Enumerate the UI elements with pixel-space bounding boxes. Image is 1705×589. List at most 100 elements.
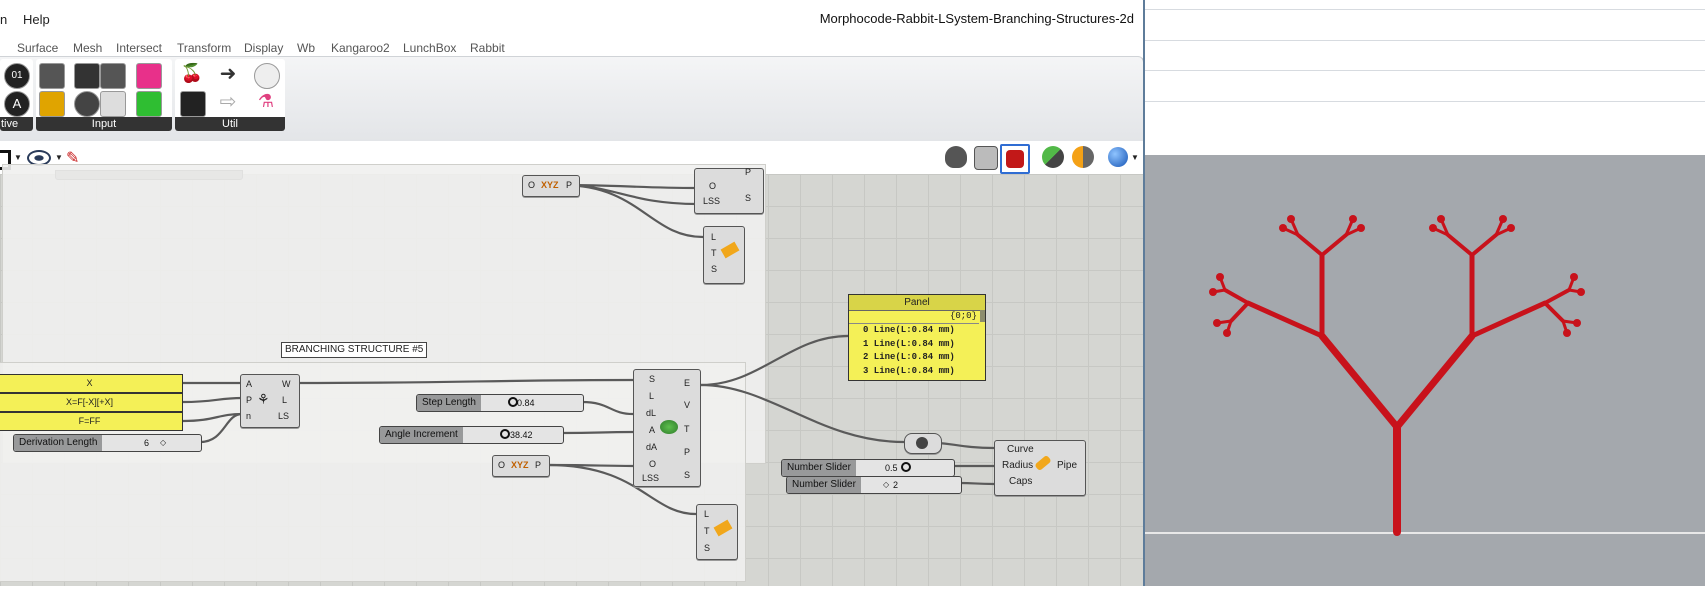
- boolean-toggle-icon[interactable]: [74, 63, 100, 89]
- preview-shaded-icon[interactable]: [974, 146, 998, 170]
- tab-kangaroo2[interactable]: Kangaroo2: [331, 41, 390, 55]
- pipe-component[interactable]: Curve Radius Caps Pipe: [994, 440, 1086, 496]
- slider-label: Step Length: [417, 395, 481, 411]
- bubble-icon[interactable]: [254, 63, 280, 89]
- arrow-right-icon[interactable]: ➜: [216, 63, 240, 87]
- rule-panel[interactable]: F=FF: [0, 412, 183, 431]
- divider: [1145, 101, 1705, 102]
- cherry-icon[interactable]: 🍒: [180, 63, 204, 87]
- tree-tips: [1209, 215, 1585, 337]
- chevron-down-icon[interactable]: ▼: [1131, 153, 1139, 162]
- lsystem-tree-icon: ⚘: [257, 391, 270, 407]
- derivation-length-slider[interactable]: Derivation Length 6 ◇: [13, 434, 202, 452]
- port-output: P: [684, 447, 691, 457]
- port-output: LS: [278, 411, 290, 421]
- panel-row: 1 Line(L:0.84 mm): [863, 338, 955, 349]
- lsystem-component[interactable]: A P n W L LS ⚘: [240, 374, 300, 428]
- panel-title: Panel: [849, 295, 985, 311]
- button-icon[interactable]: [74, 91, 100, 117]
- matrix-icon[interactable]: [136, 91, 162, 117]
- slider-grip-icon[interactable]: [901, 462, 911, 472]
- import-icon[interactable]: [39, 63, 65, 89]
- port-origin: O: [498, 460, 506, 470]
- angle-increment-slider[interactable]: Angle Increment 38.42: [379, 426, 564, 444]
- port-output: W: [282, 379, 291, 389]
- axiom-panel[interactable]: X: [0, 374, 183, 393]
- port-input: S: [649, 374, 656, 384]
- menu-item-window[interactable]: n: [0, 12, 7, 27]
- port-input: L: [649, 391, 655, 401]
- slider-grip-icon[interactable]: [500, 429, 510, 439]
- ribbon-group-input: Input: [36, 59, 172, 131]
- window-title: Morphocode-Rabbit-LSystem-Branching-Stru…: [819, 11, 1134, 26]
- display-color-icon[interactable]: [1072, 146, 1094, 168]
- port-input: Radius: [1002, 460, 1034, 471]
- pipe-icon: [1034, 454, 1052, 472]
- tab-mesh[interactable]: Mesh: [73, 41, 102, 55]
- number-slider-icon[interactable]: [100, 63, 126, 89]
- slider-label: Derivation Length: [14, 435, 103, 451]
- plane-component[interactable]: O XYZ P: [492, 455, 550, 477]
- port-input: LSS: [703, 196, 721, 206]
- group-label[interactable]: BRANCHING STRUCTURE #5: [281, 342, 428, 358]
- port-input: n: [246, 411, 252, 421]
- output-panel[interactable]: Panel {0;0} 0 Line(L:0.84 mm) 1 Line(L:0…: [848, 294, 986, 381]
- panel-row: 0 Line(L:0.84 mm): [863, 325, 955, 335]
- slider-grip-icon[interactable]: ◇: [883, 480, 889, 489]
- radius-slider[interactable]: Number Slider 0.5: [781, 459, 955, 477]
- ribbon-group-primitive: 01 A tive: [0, 59, 33, 131]
- panel-row: 2 Line(L:0.84 mm): [863, 352, 955, 362]
- tab-rabbit[interactable]: Rabbit: [470, 41, 505, 55]
- branching-tree-render: [1145, 215, 1705, 536]
- port-input: O: [709, 181, 717, 191]
- tab-display[interactable]: Display: [244, 41, 283, 55]
- step-length-slider[interactable]: Step Length 0.84: [416, 394, 584, 412]
- preview-selected-button[interactable]: [1000, 144, 1030, 174]
- port-input: L: [704, 509, 710, 519]
- slider-grip-icon[interactable]: ◇: [160, 438, 166, 447]
- value-list-icon[interactable]: [100, 91, 126, 117]
- split-component-top[interactable]: L T S: [703, 226, 745, 284]
- port-output: V: [684, 400, 691, 410]
- tab-transform[interactable]: Transform: [177, 41, 231, 55]
- rhino-viewport[interactable]: [1145, 0, 1705, 586]
- turtle-component-top[interactable]: O LSS P S: [694, 167, 764, 214]
- sphere-icon[interactable]: [1108, 147, 1128, 167]
- flatten-component[interactable]: [904, 433, 942, 454]
- red-box-icon: [1006, 150, 1024, 168]
- graph-mapper-icon[interactable]: [39, 91, 65, 117]
- component-ribbon: 01 A tive Input 🍒 ➜ ⇨ ⚗ Util: [0, 56, 1143, 142]
- plane-component-top[interactable]: O XYZ P: [522, 175, 580, 197]
- port-input: Curve: [1007, 444, 1034, 455]
- panel-path: {0;0}: [949, 311, 977, 321]
- flask-icon[interactable]: ⚗: [254, 91, 278, 115]
- arrow-outline-icon[interactable]: ⇨: [216, 91, 240, 115]
- preview-mesh-icon[interactable]: [1042, 146, 1064, 168]
- component-tabs: Surface Mesh Intersect Transform Display…: [0, 38, 1143, 58]
- port-output: L: [282, 395, 288, 405]
- tab-lunchbox[interactable]: LunchBox: [403, 41, 456, 55]
- panel-scrollbar[interactable]: [980, 310, 985, 322]
- text-param-icon[interactable]: A: [4, 91, 30, 117]
- tab-intersect[interactable]: Intersect: [116, 41, 162, 55]
- gradient-icon[interactable]: [136, 63, 162, 89]
- port-output: S: [745, 193, 752, 203]
- tree-icon[interactable]: [180, 91, 206, 117]
- port-input: LSS: [642, 473, 660, 483]
- viewport-canvas[interactable]: [1145, 155, 1705, 586]
- chevron-down-icon[interactable]: ▼: [55, 153, 63, 162]
- preview-wireframe-icon[interactable]: [945, 146, 967, 168]
- menu-item-help[interactable]: Help: [23, 12, 50, 27]
- split-component[interactable]: L T S: [696, 504, 738, 560]
- integer-param-icon[interactable]: 01: [4, 63, 30, 89]
- grasshopper-canvas[interactable]: O XYZ P O LSS P S L T S BRANCHING STRUCT…: [0, 164, 1143, 586]
- caps-slider[interactable]: Number Slider ◇ 2: [786, 476, 962, 494]
- tab-wb[interactable]: Wb: [297, 41, 315, 55]
- turtle-component[interactable]: S L dL A dA O LSS E V T P S: [633, 369, 701, 487]
- port-input: O: [649, 459, 657, 469]
- turtle-icon: [660, 420, 678, 434]
- menubar: n Help Morphocode-Rabbit-LSystem-Branchi…: [0, 0, 1143, 39]
- chevron-down-icon[interactable]: ▼: [14, 153, 22, 162]
- tab-surface[interactable]: Surface: [17, 41, 58, 55]
- rule-panel[interactable]: X=F[-X][+X]: [0, 393, 183, 412]
